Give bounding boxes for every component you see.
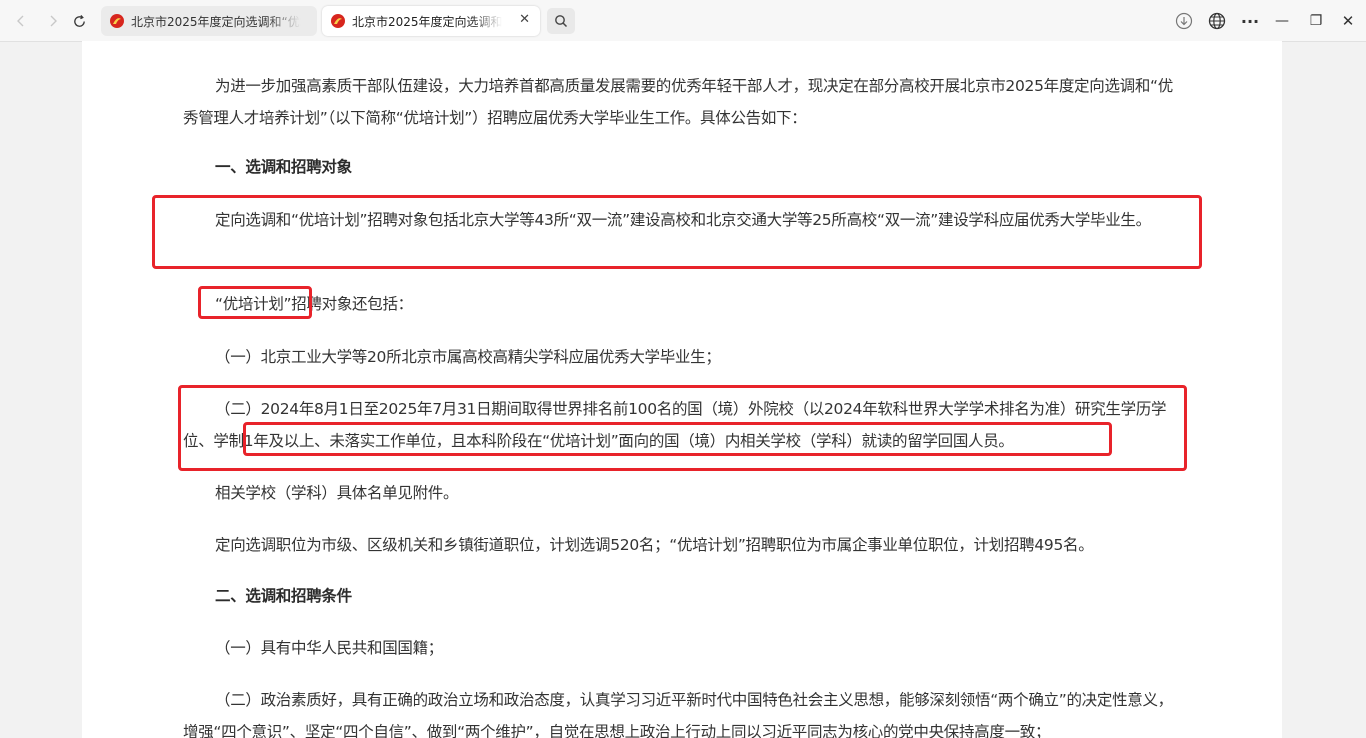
tab-title: 北京市2025年度定向选调和“优培计划”招聘应届优秀大学毕业生公告 bbox=[352, 14, 502, 29]
intro-paragraph: 为进一步加强高素质干部队伍建设，大力培养首都高质量发展需要的优秀年轻干部人才，现… bbox=[183, 77, 1173, 127]
section1-paragraph-4: 定向选调职位为市级、区级机关和乡镇街道职位，计划选调520名；“优培计划”招聘职… bbox=[215, 536, 1094, 554]
section2-item-1: （一）具有中华人民共和国国籍； bbox=[215, 639, 444, 657]
minimize-button[interactable]: — bbox=[1270, 9, 1294, 33]
section2-heading: 二、选调和招聘条件 bbox=[215, 587, 352, 605]
party-emblem-icon bbox=[331, 14, 345, 28]
translate-button[interactable] bbox=[1205, 9, 1229, 33]
forward-button[interactable] bbox=[40, 8, 66, 34]
browser-toolbar: 北京市2025年度定向选调和“优培计划”招聘应届优秀大学毕业生公告 北京市202… bbox=[0, 0, 1366, 42]
close-window-button[interactable]: ✕ bbox=[1336, 9, 1360, 33]
tab-search-button[interactable] bbox=[547, 8, 575, 34]
section1-item-2: （二）2024年8月1日至2025年7月31日期间取得世界排名前100名的国（境… bbox=[183, 400, 1167, 450]
globe-icon bbox=[1208, 12, 1226, 30]
tab-title: 北京市2025年度定向选调和“优培计划”招聘应届优秀大学毕业生公告 bbox=[131, 14, 301, 29]
arrow-right-icon bbox=[50, 15, 57, 27]
download-icon bbox=[1175, 12, 1193, 30]
arrow-left-icon bbox=[17, 15, 24, 27]
tab-inactive[interactable]: 北京市2025年度定向选调和“优培计划”招聘应届优秀大学毕业生公告 bbox=[101, 6, 317, 36]
tab-close-button[interactable]: ✕ bbox=[519, 12, 530, 27]
reload-icon bbox=[73, 14, 85, 27]
reload-button[interactable] bbox=[66, 8, 92, 34]
back-button[interactable] bbox=[8, 8, 34, 34]
section1-heading: 一、选调和招聘对象 bbox=[215, 158, 352, 176]
more-menu-button[interactable]: ··· bbox=[1238, 9, 1262, 33]
section1-paragraph-2: “优培计划”招聘对象还包括： bbox=[215, 295, 413, 313]
search-icon bbox=[555, 15, 568, 28]
article-page: 为进一步加强高素质干部队伍建设，大力培养首都高质量发展需要的优秀年轻干部人才，现… bbox=[82, 41, 1282, 738]
section1-paragraph-1: 定向选调和“优培计划”招聘对象包括北京大学等43所“双一流”建设高校和北京交通大… bbox=[215, 211, 1151, 229]
tab-active[interactable]: 北京市2025年度定向选调和“优培计划”招聘应届优秀大学毕业生公告 ✕ bbox=[322, 6, 540, 36]
section2-item-2: （二）政治素质好，具有正确的政治立场和政治态度，认真学习习近平新时代中国特色社会… bbox=[183, 691, 1173, 738]
section1-item-1: （一）北京工业大学等20所北京市属高校高精尖学科应届优秀大学毕业生； bbox=[215, 348, 721, 366]
maximize-button[interactable]: ❐ bbox=[1304, 9, 1328, 33]
download-button[interactable] bbox=[1172, 9, 1196, 33]
section1-paragraph-3: 相关学校（学科）具体名单见附件。 bbox=[215, 484, 459, 502]
party-emblem-icon bbox=[110, 14, 124, 28]
